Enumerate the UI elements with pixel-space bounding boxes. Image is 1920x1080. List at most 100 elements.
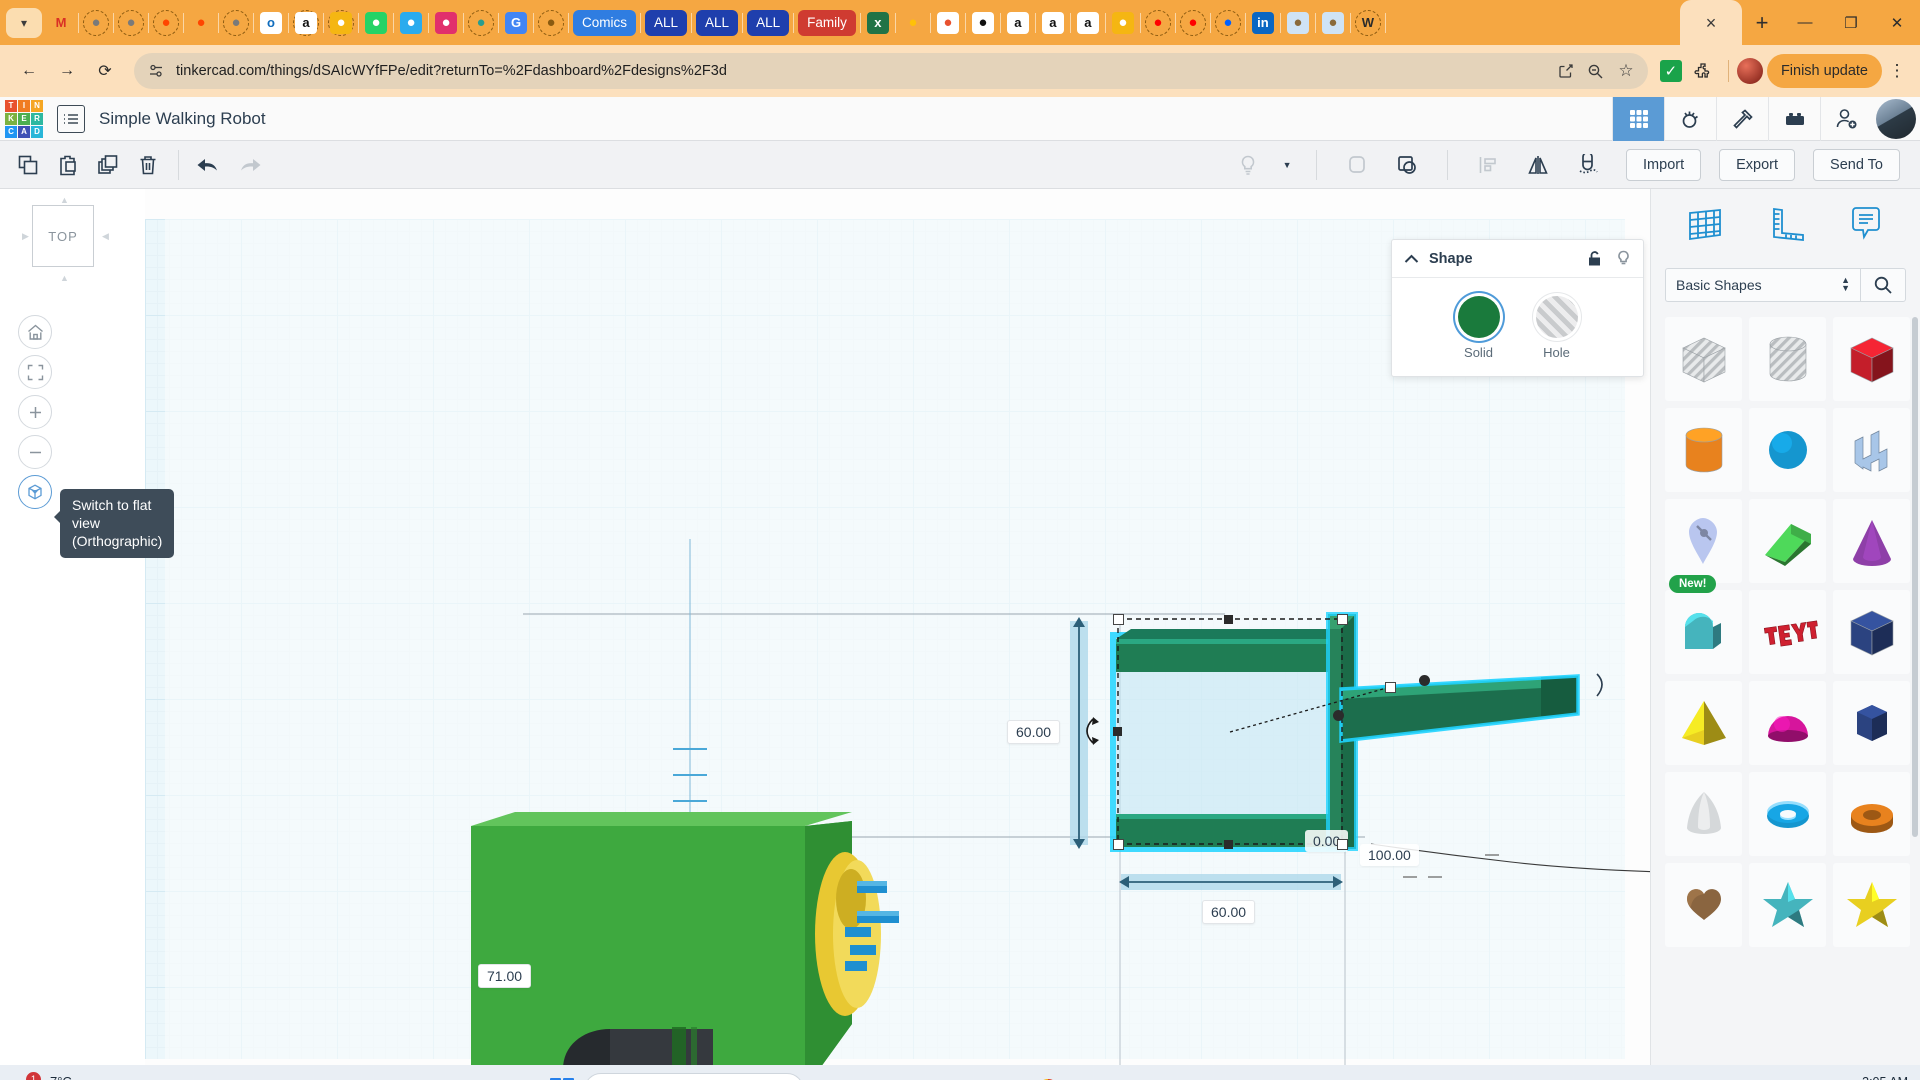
view-cube-arrow-down[interactable]: ▲ [60,273,69,283]
bookmark-google-translate[interactable]: G [503,10,529,36]
hole-swatch[interactable] [1536,296,1578,338]
settings-button[interactable] [1292,1070,1332,1080]
tab-ruler[interactable] [1759,201,1811,247]
delete-trash-icon[interactable] [128,145,168,185]
shape-cell-paraboloid-gray[interactable] [1665,772,1742,856]
finish-update-button[interactable]: Finish update [1767,54,1882,88]
shape-cell-box-hole[interactable] [1665,317,1742,401]
bookmarks-overflow-chevron-icon[interactable]: ▾ [6,8,42,38]
shape-cell-shape-generator-new[interactable]: New! [1665,499,1742,583]
address-bar[interactable]: tinkercad.com/things/dSAIcWYfFPe/edit?re… [134,53,1648,89]
start-button[interactable] [544,1072,580,1080]
shape-cell-text-red[interactable] [1749,590,1826,674]
home-view-button[interactable] [18,315,52,349]
taskview-button[interactable] [808,1070,848,1080]
width-dim-label[interactable]: 60.00 [1202,900,1255,924]
design-list-icon[interactable] [57,105,85,133]
send-to-button[interactable]: Send To [1813,149,1900,181]
file-explorer-button[interactable] [896,1070,936,1080]
user-avatar[interactable] [1876,99,1916,139]
extensions-puzzle-icon[interactable] [1686,54,1720,88]
duplicate-icon[interactable] [88,145,128,185]
photos-button[interactable] [1336,1070,1376,1080]
bookmark-youtube-2[interactable]: ● [1180,10,1206,36]
view-cube[interactable]: TOP [32,205,94,267]
browser-menu-icon[interactable]: ⋮ [1886,54,1908,88]
corner-handle-br[interactable] [1337,839,1348,850]
mirror-icon[interactable] [1518,145,1558,185]
bookmark-instagram[interactable]: ● [433,10,459,36]
copy-icon[interactable] [8,145,48,185]
gallery-grid-icon[interactable] [1612,97,1664,141]
forward-icon[interactable]: → [50,54,84,88]
bookmark-google-drive[interactable]: ● [900,10,926,36]
close-tab-icon[interactable]: × [1706,14,1717,32]
bookmark-reddit-alien-1[interactable]: ● [83,10,109,36]
music-app-button[interactable] [984,1070,1024,1080]
learn-lightbulb-icon[interactable] [1664,97,1716,141]
shape-search-button[interactable] [1860,268,1906,302]
bookmark-amazon-2[interactable]: a [1005,10,1031,36]
corner-handle-tr[interactable] [1337,614,1348,625]
tab-workplane[interactable] [1679,201,1731,247]
paste-icon[interactable] [48,145,88,185]
bookmark-amazon-3[interactable]: a [1040,10,1066,36]
restore-window-icon[interactable]: ❐ [1828,0,1874,45]
shape-cell-halfsphere-magenta[interactable] [1749,681,1826,765]
weather-widget[interactable]: 1 7°C Cloudy [0,1074,230,1080]
unlock-icon[interactable] [1587,250,1602,268]
outlook-button[interactable]: O [1072,1070,1112,1080]
view-cube-arrow-right[interactable]: ◀ [102,231,109,242]
zoom-out-button[interactable] [18,435,52,469]
shape-grid-scrollbar[interactable] [1912,317,1918,837]
chrome-button[interactable] [1028,1070,1068,1080]
bookmark-openai[interactable]: ● [970,10,996,36]
active-browser-tab[interactable]: × [1680,0,1742,45]
orthographic-toggle-button[interactable] [18,475,52,509]
bookmark-tinkercad[interactable]: ● [935,10,961,36]
zoom-in-button[interactable] [18,395,52,429]
bookmark-avatar-bm-1[interactable]: ● [1285,10,1311,36]
bookmark-sticky-note-2[interactable]: ● [1110,10,1136,36]
bookmark-sticky-note[interactable]: ● [328,10,354,36]
select-stepper-icon[interactable]: ▲▼ [1841,277,1850,292]
import-button[interactable]: Import [1626,149,1701,181]
shape-cell-torus-blue[interactable] [1749,772,1826,856]
share-icon[interactable] [1556,61,1576,81]
solid-swatch[interactable] [1458,296,1500,338]
hole-option[interactable]: Hole [1536,296,1578,360]
shape-cell-roof-teal[interactable] [1665,590,1742,674]
body-height-dim-label[interactable]: 71.00 [478,964,531,988]
shape-cell-cylinder-orange[interactable] [1665,408,1742,492]
bookmark-reddit-orange-1[interactable]: ● [153,10,179,36]
widgets-button[interactable] [852,1070,892,1080]
rotate-handle-square[interactable] [1385,682,1396,693]
shape-cell-star-teal[interactable] [1749,863,1826,947]
bookmark-reddit-alien-3[interactable]: ● [223,10,249,36]
site-settings-icon[interactable] [146,61,166,81]
bookmark-avatar-bm-2[interactable]: ● [1320,10,1346,36]
edge-handle-top[interactable] [1224,615,1233,624]
bookmark-gmail[interactable]: M [48,10,74,36]
bookmark-excel-sheet[interactable]: x [865,10,891,36]
build-hammer-icon[interactable] [1716,97,1768,141]
extension-check-icon[interactable]: ✓ [1660,60,1682,82]
shape-cell-box-red[interactable] [1833,317,1910,401]
invite-user-icon[interactable] [1820,97,1872,141]
tab-notes[interactable] [1840,201,1892,247]
design-title[interactable]: Simple Walking Robot [99,109,266,129]
shape-cell-polygon-navy[interactable] [1833,681,1910,765]
light-dropdown-caret-icon[interactable]: ▼ [1278,145,1296,185]
height-handle-dot[interactable] [1419,675,1430,686]
shape-cell-scribble-lightblue[interactable] [1833,408,1910,492]
shape-cell-star-yellow[interactable] [1833,863,1910,947]
shape-cell-pyramid-yellow[interactable] [1665,681,1742,765]
vlc-button[interactable] [1204,1070,1244,1080]
corner-handle-tl[interactable] [1113,614,1124,625]
tinkercad-logo[interactable]: TINKERCAD [5,100,43,138]
export-button[interactable]: Export [1719,149,1795,181]
bookmark-amazon-1[interactable]: a [293,10,319,36]
magnet-ruler-icon[interactable] [1568,145,1608,185]
blocks-brick-icon[interactable] [1768,97,1820,141]
bookmark-outlook[interactable]: o [258,10,284,36]
